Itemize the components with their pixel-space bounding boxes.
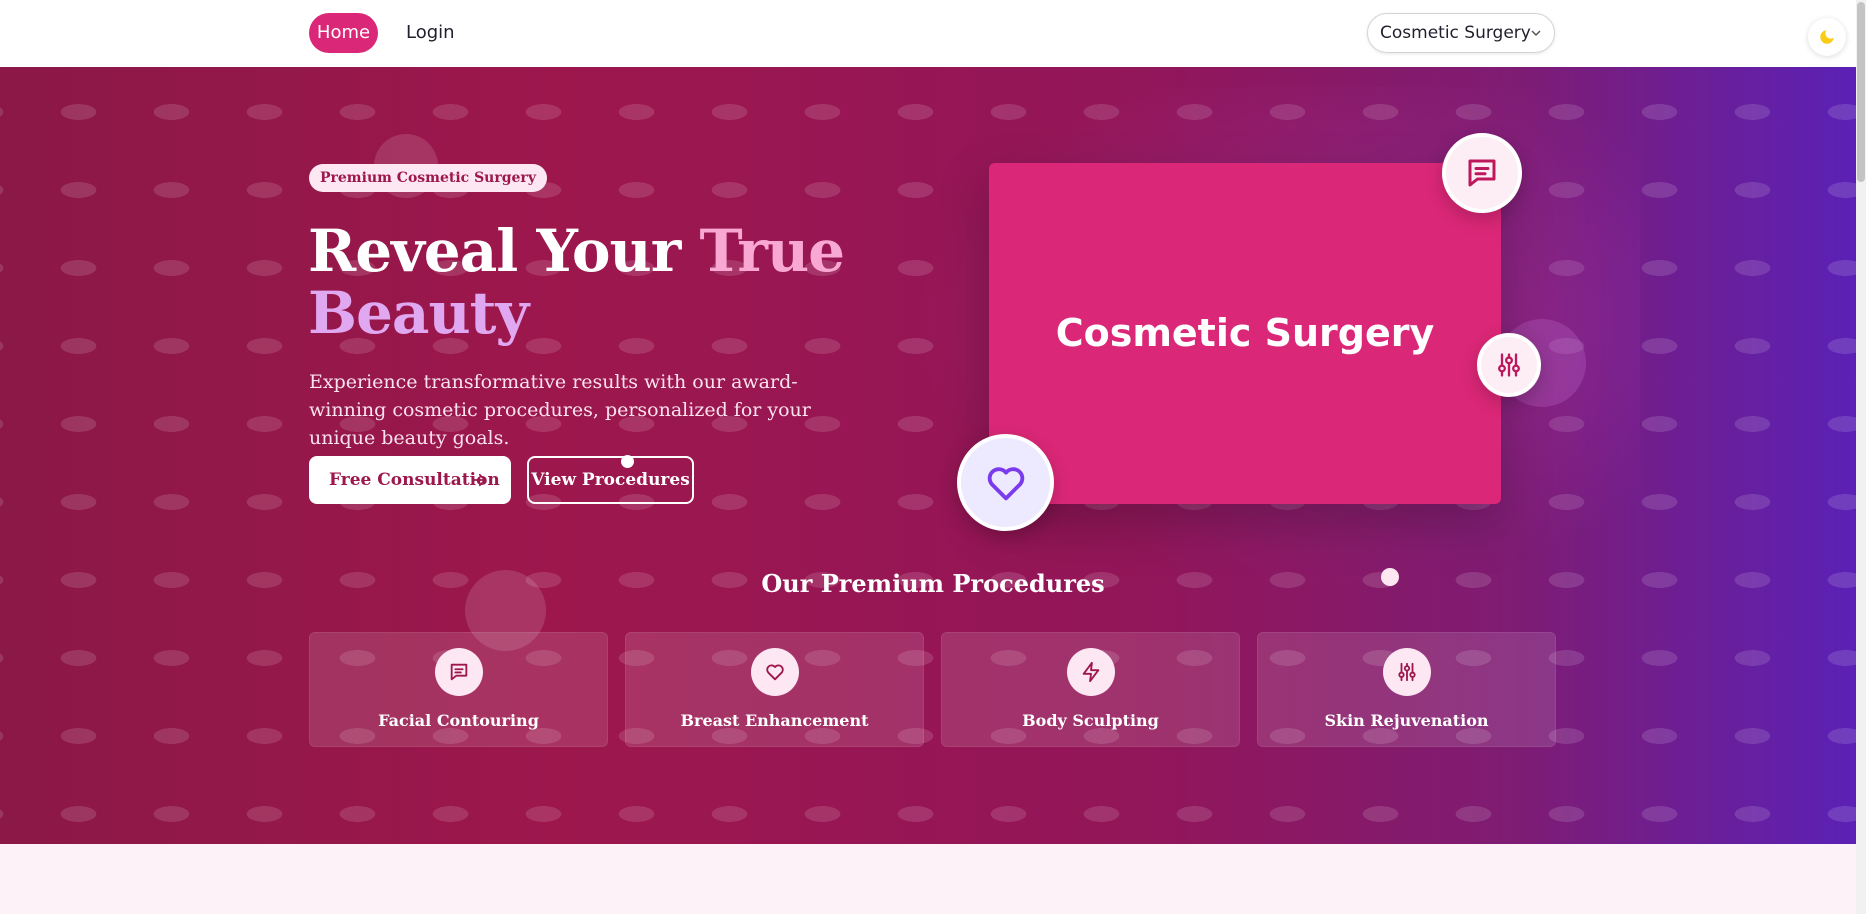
nav-home-link[interactable]: Home — [309, 13, 378, 53]
nav-login-link[interactable]: Login — [406, 13, 455, 53]
scrollbar-thumb[interactable] — [1857, 2, 1865, 182]
procedure-icon-circle — [434, 648, 483, 696]
chevron-down-icon — [1531, 30, 1541, 37]
procedures-title: Our Premium Procedures — [761, 569, 1105, 598]
procedure-label: Skin Rejuvenation — [1324, 711, 1489, 730]
procedure-card-breast-enhancement[interactable]: Breast Enhancement — [625, 632, 924, 747]
hero-badge: Premium Cosmetic Surgery — [309, 164, 547, 192]
procedure-icon-circle — [1066, 648, 1115, 696]
free-consultation-button[interactable]: Free Consultation — [309, 456, 511, 504]
procedure-card-facial-contouring[interactable]: Facial Contouring — [309, 632, 608, 747]
top-nav: Home Login Cosmetic Surgery — [0, 0, 1866, 68]
sliders-icon — [1498, 353, 1520, 377]
heart-badge — [957, 434, 1054, 531]
zap-icon — [1082, 661, 1099, 683]
message-square-icon — [1468, 159, 1496, 187]
hero-title-accent-beauty: Beauty — [308, 279, 529, 347]
hero-title: Reveal Your True Beauty — [308, 220, 848, 344]
next-section — [0, 844, 1856, 914]
theme-toggle-button[interactable] — [1808, 18, 1846, 56]
procedure-label: Breast Enhancement — [680, 711, 869, 730]
message-square-icon — [450, 663, 467, 681]
heart-icon — [765, 664, 784, 681]
procedure-icon-circle — [1382, 648, 1431, 696]
hero-title-main: Reveal Your — [308, 217, 700, 285]
procedure-label: Body Sculpting — [1022, 711, 1159, 730]
procedure-card-body-sculpting[interactable]: Body Sculpting — [941, 632, 1240, 747]
hero-image-placeholder: Cosmetic Surgery — [989, 163, 1501, 504]
chat-badge — [1442, 133, 1522, 213]
hero-subtitle: Experience transformative results with o… — [309, 371, 811, 449]
heart-icon — [987, 466, 1024, 500]
sliders-icon — [1397, 662, 1416, 682]
hero-image-label: Cosmetic Surgery — [1055, 311, 1435, 355]
decorative-dot — [621, 455, 634, 468]
procedure-icon-circle — [750, 648, 799, 696]
specialty-select-value: Cosmetic Surgery — [1380, 23, 1531, 43]
moon-icon — [1820, 30, 1834, 44]
view-procedures-button[interactable]: View Procedures — [527, 456, 694, 504]
arrow-right-icon — [472, 473, 486, 487]
scrollbar[interactable] — [1856, 0, 1866, 914]
hero-section: Premium Cosmetic Surgery Reveal Your Tru… — [0, 67, 1856, 844]
procedure-card-skin-rejuvenation[interactable]: Skin Rejuvenation — [1257, 632, 1556, 747]
procedure-label: Facial Contouring — [378, 711, 539, 730]
hero-title-accent-true: True — [699, 217, 845, 285]
specialty-select[interactable]: Cosmetic Surgery — [1367, 13, 1555, 53]
settings-badge — [1477, 333, 1541, 397]
